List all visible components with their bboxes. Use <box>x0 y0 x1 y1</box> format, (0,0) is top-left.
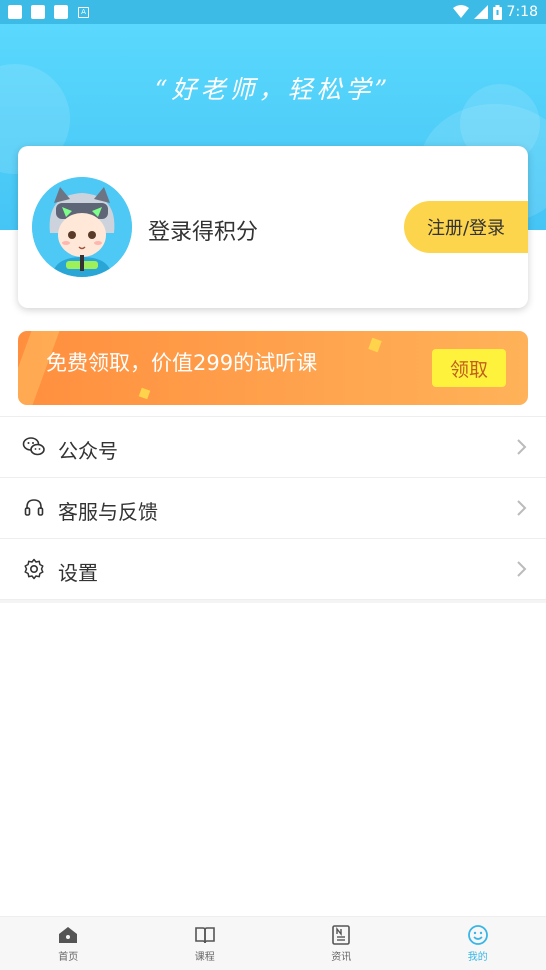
tab-news[interactable]: 资讯 <box>273 917 410 970</box>
tab-home[interactable]: 首页 <box>0 917 137 970</box>
chevron-right-icon <box>517 500 527 516</box>
divider <box>0 600 546 603</box>
clock: 7:18 <box>506 4 538 20</box>
tab-label: 资讯 <box>331 952 352 963</box>
book-icon <box>194 927 215 944</box>
register-login-button[interactable]: 注册/登录 <box>404 201 528 253</box>
chevron-right-icon <box>517 561 527 577</box>
promo-text: 免费领取，价值299的试听课 <box>46 351 318 375</box>
avatar[interactable] <box>32 177 132 277</box>
battery-icon <box>492 4 502 20</box>
headset-icon <box>24 499 44 516</box>
home-icon <box>59 927 78 943</box>
news-icon <box>332 925 351 945</box>
notification-icon <box>31 5 45 19</box>
menu-item-settings[interactable]: 设置 <box>0 539 546 600</box>
keyboard-indicator-icon: A <box>78 7 89 18</box>
profile-card: 登录得积分 注册/登录 <box>18 146 528 308</box>
wechat-icon <box>22 437 45 456</box>
smiley-icon <box>467 925 488 945</box>
wifi-icon <box>452 5 469 18</box>
menu-list: 公众号 客服与反馈 设置 <box>0 416 546 603</box>
confetti-decoration <box>368 337 382 353</box>
signal-icon <box>473 5 488 19</box>
bottom-tab-bar: 首页 课程 资讯 我的 <box>0 916 546 970</box>
menu-item-label: 公众号 <box>58 439 118 463</box>
menu-item-label: 设置 <box>58 561 98 585</box>
tab-label: 我的 <box>467 952 488 963</box>
avatar-illustration <box>32 177 132 277</box>
claim-button[interactable]: 领取 <box>432 349 506 387</box>
tab-label: 首页 <box>58 952 79 963</box>
menu-item-support-feedback[interactable]: 客服与反馈 <box>0 478 546 539</box>
notification-icon <box>54 5 68 19</box>
tab-label: 课程 <box>194 952 215 963</box>
tab-courses[interactable]: 课程 <box>137 917 274 970</box>
menu-item-label: 客服与反馈 <box>58 500 158 524</box>
chevron-right-icon <box>517 439 527 455</box>
slogan: “好老师，轻松学” <box>154 75 392 104</box>
tab-mine[interactable]: 我的 <box>410 917 546 970</box>
menu-item-official-account[interactable]: 公众号 <box>0 417 546 478</box>
trial-course-banner[interactable]: 免费领取，价值299的试听课 领取 <box>18 331 528 405</box>
confetti-decoration <box>138 387 151 400</box>
status-bar: A 7:18 <box>0 0 546 24</box>
notification-icon <box>8 5 22 19</box>
gear-icon <box>24 558 44 580</box>
login-prompt[interactable]: 登录得积分 <box>148 214 258 246</box>
